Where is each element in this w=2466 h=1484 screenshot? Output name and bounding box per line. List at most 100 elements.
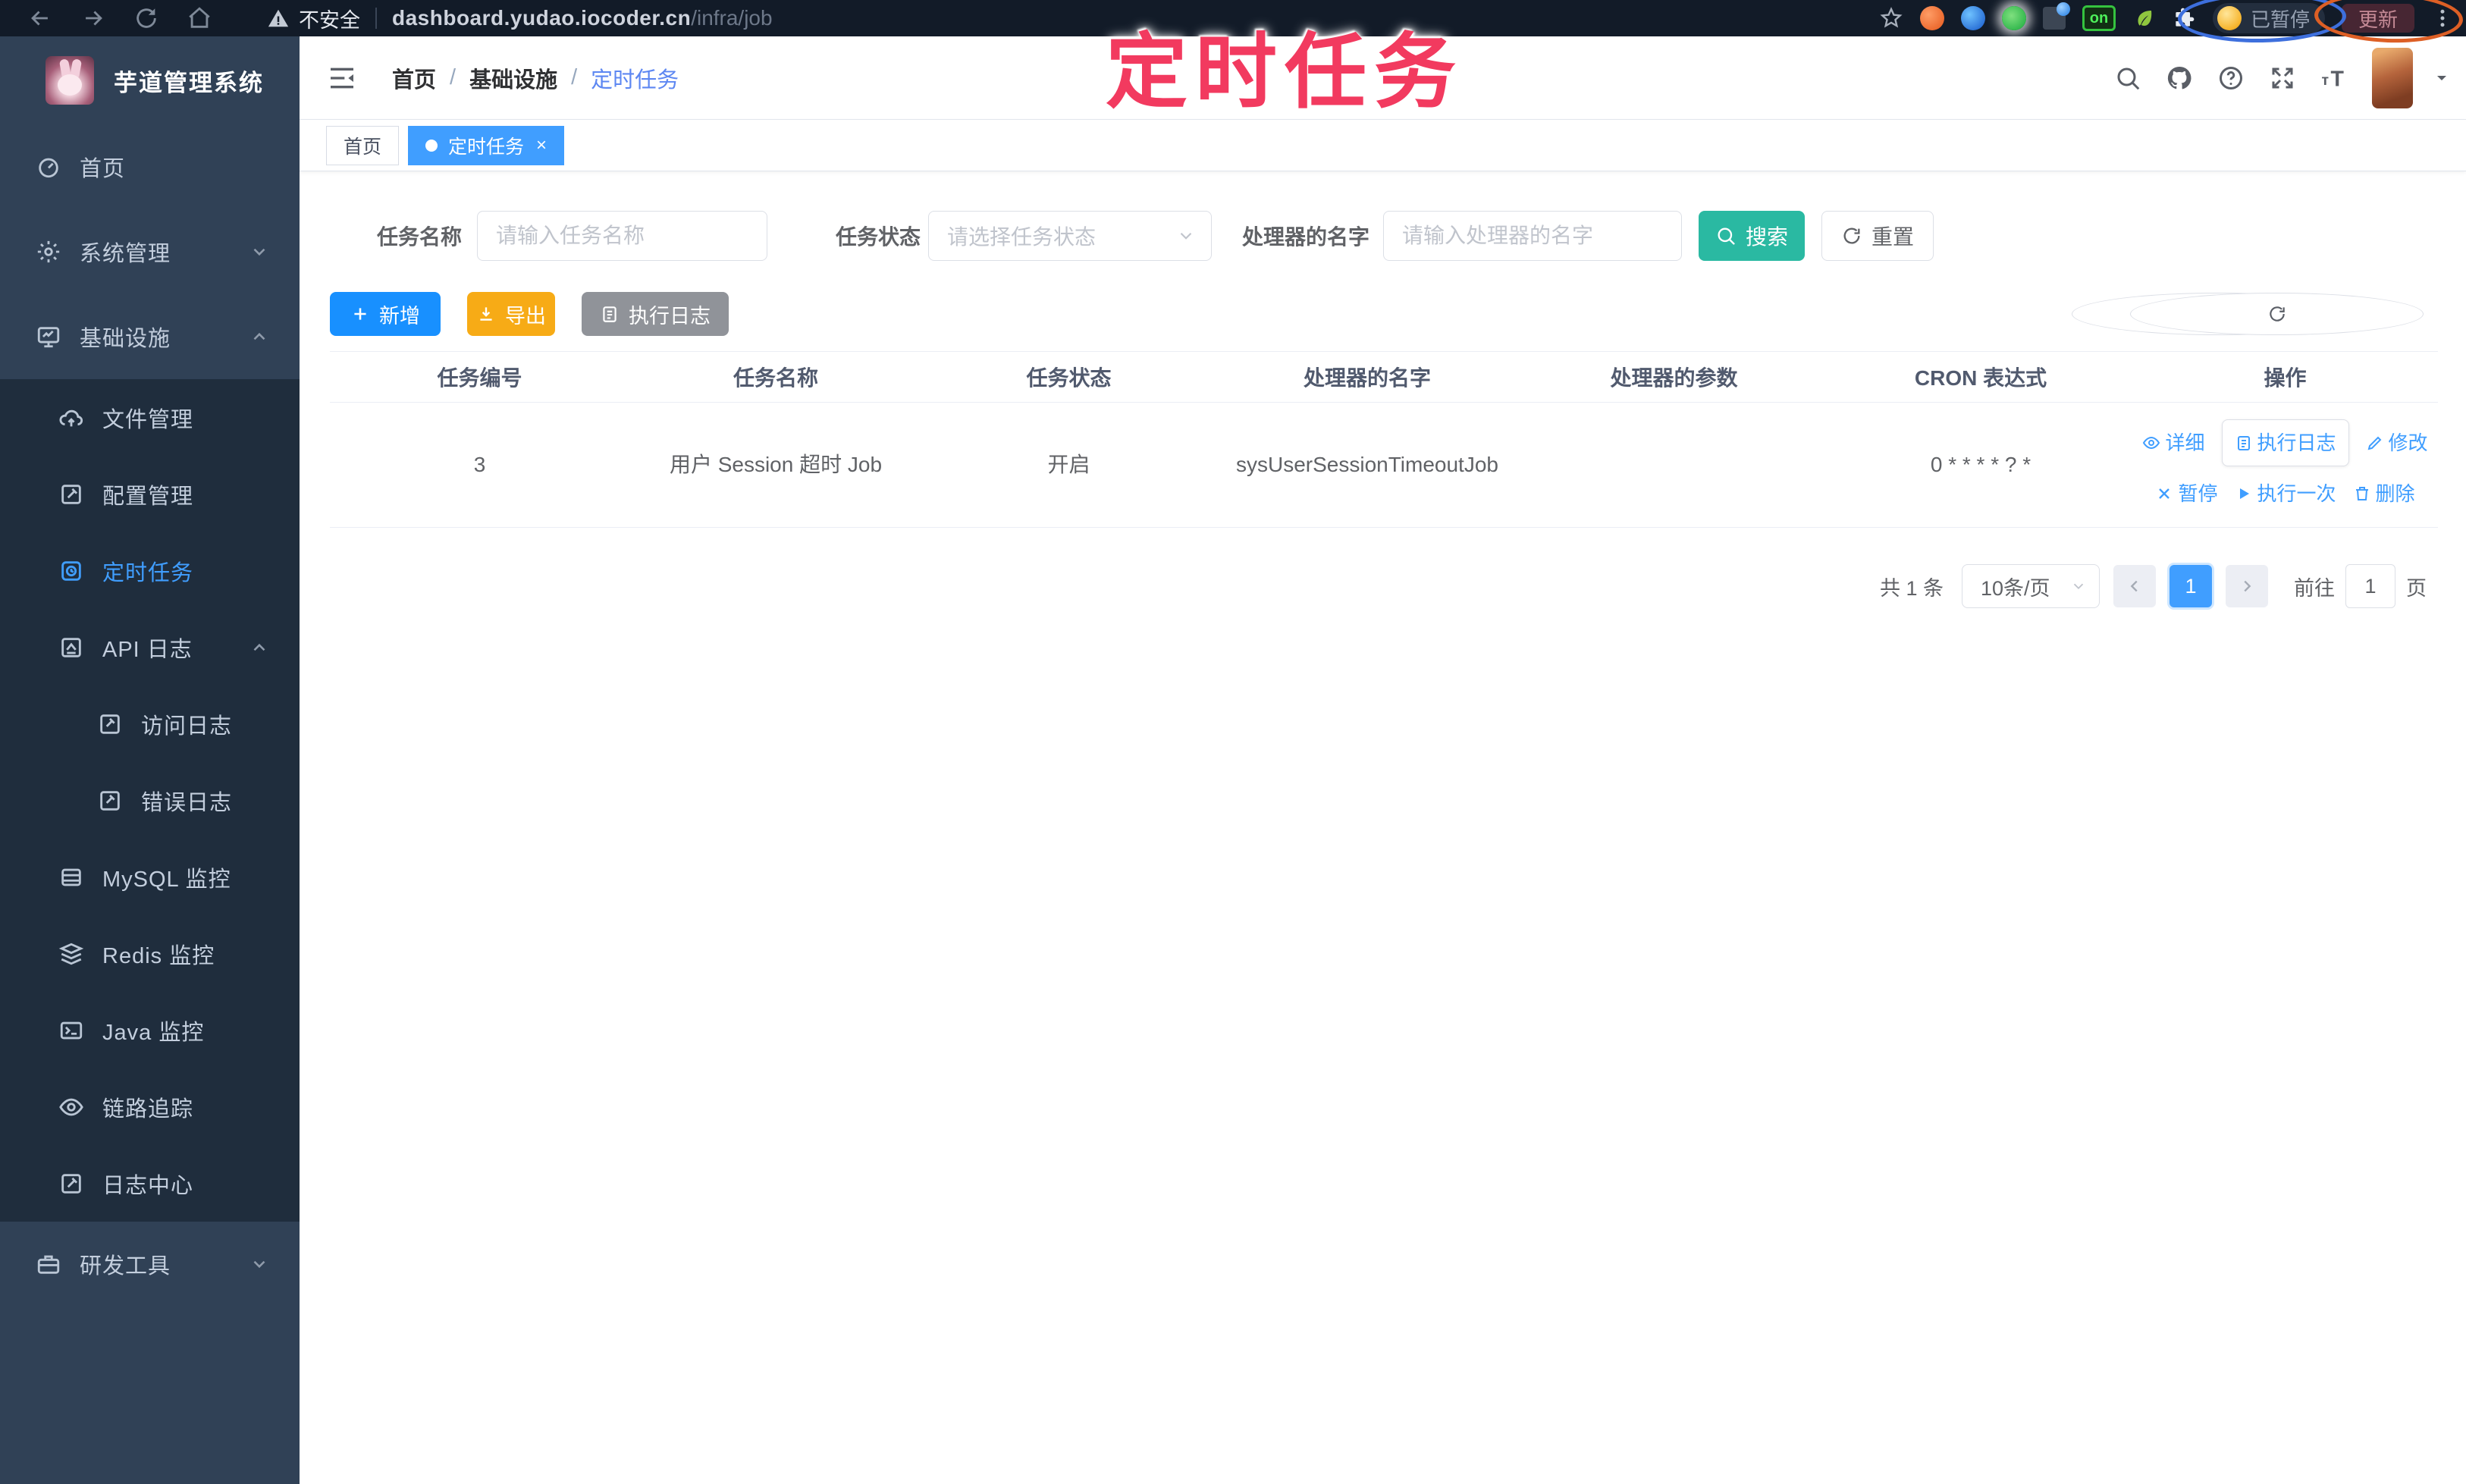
extension-icon-green[interactable] xyxy=(2001,6,2026,30)
chevron-left-icon xyxy=(2130,580,2138,592)
leaf-icon[interactable] xyxy=(2132,7,2155,30)
sidebar-item-trace[interactable]: 链路追踪 xyxy=(0,1068,300,1145)
sidebar-collapse-icon[interactable] xyxy=(327,63,357,93)
reset-button[interactable]: 重置 xyxy=(1821,211,1934,261)
detail-link[interactable]: 详细 xyxy=(2142,426,2205,460)
update-button[interactable]: 更新 xyxy=(2341,4,2414,33)
eye-icon xyxy=(2143,436,2160,450)
sidebar-item-job[interactable]: 定时任务 xyxy=(0,532,300,609)
extension-on-badge[interactable]: on xyxy=(2082,5,2116,31)
sidebar-item-files[interactable]: 文件管理 xyxy=(0,379,300,456)
breadcrumb-home[interactable]: 首页 xyxy=(392,62,436,94)
reload-button[interactable] xyxy=(133,5,159,31)
total-count: 共 1 条 xyxy=(1879,576,1944,600)
edit-square-icon xyxy=(61,484,81,504)
sidebar-item-home[interactable]: 首页 xyxy=(0,124,300,209)
chevron-down-icon xyxy=(1180,232,1192,240)
address-bar[interactable]: 不安全 dashboard.yudao.iocoder.cn /infra/jo… xyxy=(247,4,792,33)
sidebar-item-access-log[interactable]: 访问日志 xyxy=(0,686,300,762)
main-content: 任务名称 任务状态 请选择任务状态 处理器的名字 搜索 重置 新增 xyxy=(300,171,2466,1484)
sidebar-item-config[interactable]: 配置管理 xyxy=(0,456,300,532)
sidebar-item-infra[interactable]: 基础设施 xyxy=(0,294,300,379)
close-icon xyxy=(2159,488,2170,499)
gem-icon xyxy=(2056,2,2070,16)
svg-text:T: T xyxy=(2331,67,2345,91)
database-icon xyxy=(61,868,81,886)
log-doc-icon xyxy=(61,1173,81,1194)
chevron-down-icon xyxy=(2073,583,2084,590)
sidebar-item-mysql[interactable]: MySQL 监控 xyxy=(0,839,300,915)
delete-link[interactable]: 删除 xyxy=(2353,477,2415,510)
forward-button[interactable] xyxy=(80,5,106,31)
sidebar-item-system[interactable]: 系统管理 xyxy=(0,209,300,294)
warning-icon xyxy=(268,9,289,27)
stack-icon xyxy=(58,943,84,965)
pause-link[interactable]: 暂停 xyxy=(2155,477,2217,510)
sidebar-item-devtools[interactable]: 研发工具 xyxy=(0,1222,300,1307)
divider xyxy=(375,8,377,29)
search-button[interactable]: 搜索 xyxy=(1699,211,1806,261)
sidebar-item-redis[interactable]: Redis 监控 xyxy=(0,915,300,992)
job-status: 开启 xyxy=(1047,453,1090,476)
cloud-upload-icon xyxy=(59,409,83,426)
next-page-button[interactable] xyxy=(2226,565,2268,607)
handler-name-input[interactable] xyxy=(1383,211,1683,261)
tab-close-icon[interactable]: × xyxy=(536,135,547,156)
api-log-icon xyxy=(61,637,81,657)
app-logo xyxy=(45,56,94,105)
github-icon[interactable] xyxy=(2166,64,2193,92)
refresh-table-button[interactable] xyxy=(2130,293,2424,335)
font-size-icon[interactable]: тT xyxy=(2320,64,2348,92)
edit-link[interactable]: 修改 xyxy=(2366,426,2428,460)
job-cron: 0 * * * * ? * xyxy=(1930,453,2031,476)
back-button[interactable] xyxy=(27,5,53,31)
user-avatar[interactable] xyxy=(2372,47,2413,108)
screen: 不安全 dashboard.yudao.iocoder.cn /infra/jo… xyxy=(0,0,2466,1484)
add-button[interactable]: 新增 xyxy=(330,292,441,336)
goto-page-input[interactable] xyxy=(2345,564,2395,608)
extensions-puzzle-icon[interactable] xyxy=(2172,6,2196,30)
prev-page-button[interactable] xyxy=(2113,565,2156,607)
page-size-select[interactable]: 10条/页 xyxy=(1962,564,2100,608)
run-log-link[interactable]: 执行日志 xyxy=(2221,419,2349,466)
export-button[interactable]: 导出 xyxy=(467,292,555,336)
refresh-icon xyxy=(1843,227,1860,244)
table-row[interactable]: 3 用户 Session 超时 Job 开启 sysUserSessionTim… xyxy=(330,403,2438,528)
job-operations: 详细 执行日志 修改 暂停 执行一次 删除 xyxy=(2132,419,2438,510)
browser-menu-icon[interactable] xyxy=(2431,5,2454,31)
job-name-input[interactable] xyxy=(477,211,768,261)
job-handler: sysUserSessionTimeoutJob xyxy=(1236,453,1498,476)
sidebar-menu: 首页 系统管理 基础设施 文件管理 配置管理 定时任务 API 日志 访问日志 … xyxy=(0,124,300,1307)
page-1-button[interactable]: 1 xyxy=(2170,565,2212,607)
toolbox-icon xyxy=(37,1255,60,1274)
goto-page: 前往 页 xyxy=(2294,564,2427,608)
svg-text:т: т xyxy=(2322,72,2330,89)
breadcrumb-infra[interactable]: 基础设施 xyxy=(469,62,557,94)
extension-icon-blue[interactable] xyxy=(1960,6,1985,30)
sidebar-item-error-log[interactable]: 错误日志 xyxy=(0,762,300,839)
tab-home[interactable]: 首页 xyxy=(326,125,400,165)
clipboard-list-icon xyxy=(603,306,616,322)
profile-avatar-icon xyxy=(2217,6,2242,30)
sidebar-item-java[interactable]: Java 监控 xyxy=(0,992,300,1068)
extension-icon-grid[interactable] xyxy=(2042,2,2070,30)
help-icon[interactable] xyxy=(2217,64,2245,92)
execution-log-button[interactable]: 执行日志 xyxy=(582,292,729,336)
fullscreen-icon[interactable] xyxy=(2269,64,2296,92)
home-button[interactable] xyxy=(187,5,212,31)
sidebar-item-log-center[interactable]: 日志中心 xyxy=(0,1145,300,1222)
doc-icon xyxy=(100,790,120,811)
sidebar-item-api-log[interactable]: API 日志 xyxy=(0,609,300,686)
bookmark-star-icon[interactable] xyxy=(1879,6,1903,30)
run-once-link[interactable]: 执行一次 xyxy=(2234,477,2336,510)
app-logo-row[interactable]: 芋道管理系统 xyxy=(0,36,300,124)
job-status-select[interactable]: 请选择任务状态 xyxy=(928,211,1213,261)
search-icon[interactable] xyxy=(2114,64,2141,92)
pencil-icon xyxy=(2367,436,2381,450)
browser-chrome: 不安全 dashboard.yudao.iocoder.cn /infra/jo… xyxy=(0,0,2466,36)
browser-profile-chip[interactable]: 已暂停 xyxy=(2212,3,2325,33)
tag-tabs-bar: 首页 定时任务 × xyxy=(300,120,2466,171)
caret-down-icon[interactable] xyxy=(2433,69,2451,87)
tab-job[interactable]: 定时任务 × xyxy=(408,125,565,165)
extension-icon-orange[interactable] xyxy=(1919,6,1944,30)
